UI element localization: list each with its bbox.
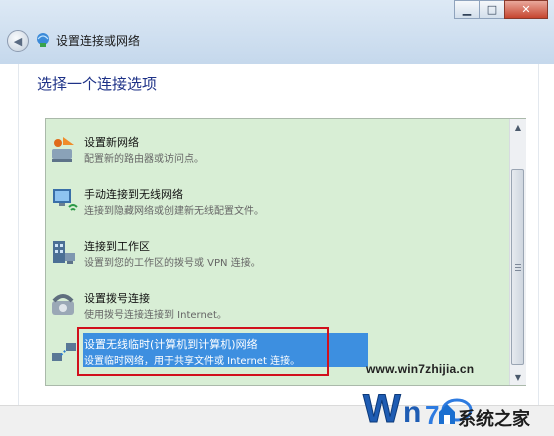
minimize-button[interactable]: ▁ bbox=[454, 0, 480, 19]
close-button[interactable]: ✕ bbox=[504, 0, 548, 19]
back-button[interactable]: ◀ bbox=[7, 30, 29, 52]
list-scrollbar[interactable]: ▲ ▼ bbox=[509, 119, 526, 385]
watermark-brand: 系统之家 bbox=[458, 409, 530, 430]
option-description: 配置新的路由器或访问点。 bbox=[84, 154, 204, 165]
back-arrow-icon: ◀ bbox=[13, 34, 23, 48]
chevron-down-icon: ▼ bbox=[514, 372, 522, 382]
window-controls: ▁ □ ✕ bbox=[454, 0, 548, 20]
red-annotation-box bbox=[77, 327, 329, 376]
scroll-grip bbox=[515, 267, 521, 268]
option-description: 设置到您的工作区的拨号或 VPN 连接。 bbox=[84, 258, 261, 269]
option-title: 设置拨号连接 bbox=[84, 292, 150, 305]
workplace-icon bbox=[53, 241, 75, 264]
page-heading: 选择一个连接选项 bbox=[37, 75, 158, 93]
watermark-logo: W n 7 bbox=[363, 387, 473, 432]
maximize-icon: □ bbox=[486, 3, 498, 16]
scroll-up-button[interactable]: ▲ bbox=[510, 119, 526, 135]
scroll-grip bbox=[515, 264, 521, 265]
option-description: 使用拨号连接连接到 Internet。 bbox=[84, 310, 227, 321]
adhoc-network-icon bbox=[52, 343, 76, 361]
minimize-icon: ▁ bbox=[462, 3, 472, 16]
option-title: 连接到工作区 bbox=[84, 240, 150, 253]
option-title: 设置新网络 bbox=[84, 136, 139, 149]
option-title: 手动连接到无线网络 bbox=[84, 188, 183, 201]
watermark-url: www.win7zhijia.cn bbox=[366, 362, 475, 376]
list-item-workplace[interactable]: 连接到工作区 设置到您的工作区的拨号或 VPN 连接。 bbox=[46, 235, 508, 281]
option-description: 连接到隐藏网络或创建新无线配置文件。 bbox=[84, 206, 264, 217]
list-item-new-network[interactable]: 设置新网络 配置新的路由器或访问点。 bbox=[46, 131, 508, 177]
window-title: 设置连接或网络 bbox=[56, 34, 141, 48]
maximize-button[interactable]: □ bbox=[479, 0, 505, 19]
wireless-manual-icon bbox=[53, 189, 78, 211]
list-item-manual-wireless[interactable]: 手动连接到无线网络 连接到隐藏网络或创建新无线配置文件。 bbox=[46, 183, 508, 229]
scroll-grip bbox=[515, 270, 521, 271]
house-logo-icon bbox=[439, 404, 455, 424]
network-setup-icon bbox=[37, 33, 49, 47]
scroll-thumb[interactable] bbox=[511, 169, 524, 365]
close-icon: ✕ bbox=[521, 3, 531, 16]
chevron-up-icon: ▲ bbox=[514, 122, 522, 132]
dialup-phone-icon bbox=[52, 294, 74, 315]
svg-text:W: W bbox=[363, 387, 401, 431]
svg-text:n: n bbox=[403, 396, 421, 429]
scroll-down-button[interactable]: ▼ bbox=[510, 369, 526, 385]
new-network-icon bbox=[52, 137, 74, 162]
title-bar: ▁ □ ✕ ◀ 设置连接或网络 bbox=[0, 0, 554, 64]
